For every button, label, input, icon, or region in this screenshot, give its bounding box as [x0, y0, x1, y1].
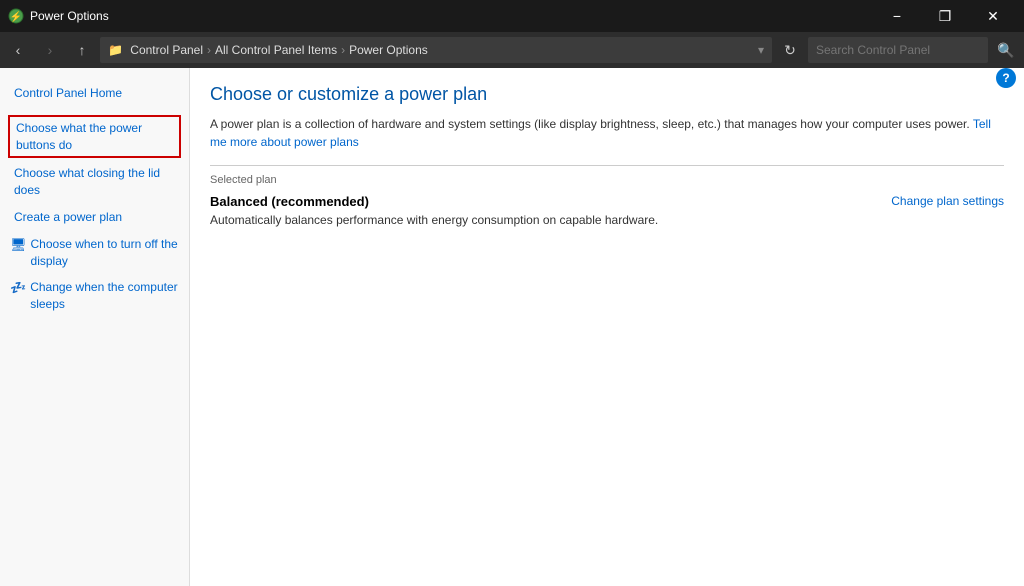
sidebar-item-turn-off-display[interactable]: 🖥 Choose when to turn off the display — [0, 231, 189, 275]
svg-text:⚡: ⚡ — [10, 10, 22, 23]
window-controls: − ❐ ✕ — [874, 0, 1016, 32]
selected-plan-label: Selected plan — [210, 174, 1004, 186]
restore-button[interactable]: ❐ — [922, 0, 968, 32]
refresh-button[interactable]: ↻ — [776, 36, 804, 64]
help-icon[interactable]: ? — [996, 68, 1016, 88]
back-button[interactable]: ‹ — [4, 36, 32, 64]
plan-row: Balanced (recommended) Automatically bal… — [210, 194, 1004, 227]
plan-name: Balanced (recommended) — [210, 194, 658, 209]
content-area: Choose or customize a power plan A power… — [190, 68, 1024, 586]
sidebar-item-home[interactable]: Control Panel Home — [0, 80, 189, 107]
sidebar-item-power-buttons[interactable]: Choose what the power buttons do — [8, 115, 181, 159]
breadcrumb[interactable]: 📁 Control Panel › All Control Panel Item… — [100, 37, 772, 63]
sidebar-item-computer-sleeps[interactable]: 💤 Change when the computer sleeps — [0, 274, 189, 318]
address-bar: ‹ › ↑ 📁 Control Panel › All Control Pane… — [0, 32, 1024, 68]
monitor-icon: 🖥 — [10, 236, 27, 254]
page-title: Choose or customize a power plan — [210, 84, 1004, 105]
content-description: A power plan is a collection of hardware… — [210, 115, 1004, 151]
sidebar-item-create-plan[interactable]: Create a power plan — [0, 204, 189, 231]
title-bar: ⚡ Power Options − ❐ ✕ — [0, 0, 1024, 32]
breadcrumb-item-2: All Control Panel Items — [215, 43, 337, 57]
window-title: Power Options — [30, 9, 874, 23]
minimize-button[interactable]: − — [874, 0, 920, 32]
breadcrumb-sep-1: › — [207, 43, 211, 57]
breadcrumb-item-3: Power Options — [349, 43, 428, 57]
sleep-icon: 💤 — [10, 279, 26, 297]
plan-info: Balanced (recommended) Automatically bal… — [210, 194, 658, 227]
sidebar: Control Panel Home Choose what the power… — [0, 68, 190, 586]
app-icon: ⚡ — [8, 8, 24, 24]
change-plan-settings-link[interactable]: Change plan settings — [891, 194, 1004, 208]
search-button[interactable]: 🔍 — [992, 36, 1020, 64]
breadcrumb-dropdown-icon[interactable]: ▾ — [758, 43, 764, 57]
sidebar-item-closing-lid[interactable]: Choose what closing the lid does — [0, 160, 189, 204]
close-button[interactable]: ✕ — [970, 0, 1016, 32]
forward-button[interactable]: › — [36, 36, 64, 64]
up-button[interactable]: ↑ — [68, 36, 96, 64]
search-input[interactable] — [808, 37, 988, 63]
breadcrumb-sep-2: › — [341, 43, 345, 57]
breadcrumb-item-1: 📁 Control Panel — [108, 43, 203, 57]
plan-description: Automatically balances performance with … — [210, 213, 658, 227]
selected-plan-section: Selected plan Balanced (recommended) Aut… — [210, 165, 1004, 227]
main-layout: Control Panel Home Choose what the power… — [0, 68, 1024, 586]
